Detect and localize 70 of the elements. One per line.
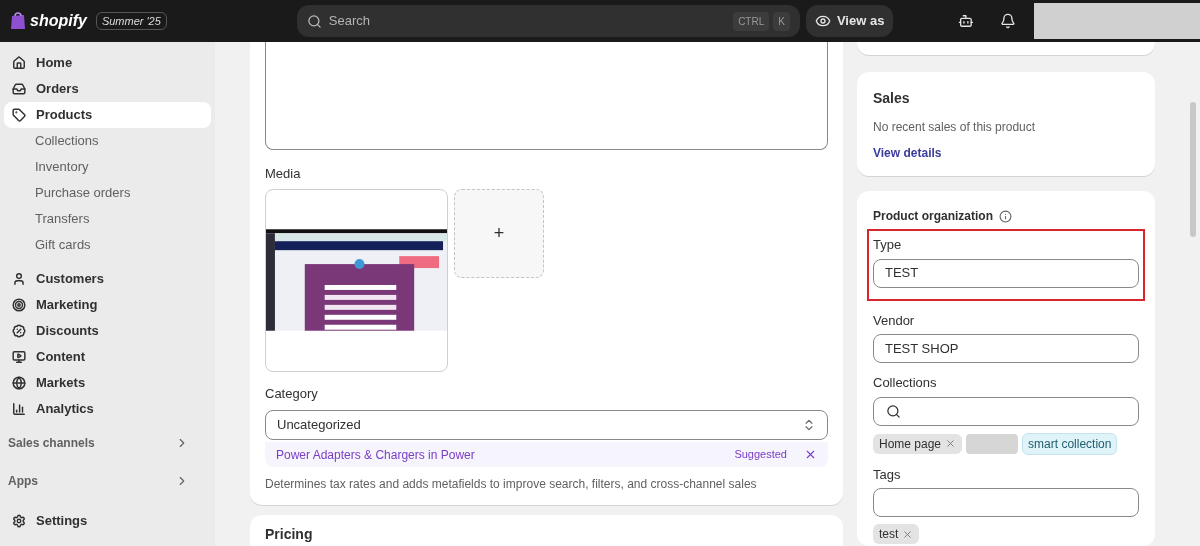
- robot-icon[interactable]: [958, 13, 975, 29]
- nav-item[interactable]: Home: [4, 50, 211, 76]
- search-field[interactable]: Search CTRL K: [296, 5, 800, 37]
- field-label: Collections: [873, 374, 938, 392]
- nav-subitem[interactable]: Collections: [4, 128, 211, 154]
- tag-chip[interactable]: Home page: [873, 433, 963, 454]
- search-field[interactable]: [873, 396, 1139, 426]
- eye-icon: [814, 13, 831, 29]
- nav-item[interactable]: Settings: [4, 508, 211, 534]
- view-as-button[interactable]: View as: [805, 5, 894, 37]
- shortcut-key: K: [773, 11, 790, 31]
- nav-item[interactable]: Discounts: [4, 318, 211, 344]
- card-title: Product organization: [873, 208, 993, 225]
- card-title: Sales: [873, 89, 911, 108]
- add-media-button[interactable]: +: [454, 188, 544, 278]
- nav-subitem[interactable]: Purchase orders: [4, 180, 211, 206]
- media-thumbnail[interactable]: [265, 188, 448, 372]
- smart-collection-chip[interactable]: smart collection: [1022, 432, 1118, 455]
- category-select[interactable]: Uncategorized: [265, 410, 828, 440]
- input-field[interactable]: TEST: [873, 258, 1139, 288]
- help-text: Determines tax rates and adds metafields to improve search, filters, and cross-channel sales: [265, 476, 758, 493]
- percent-badge-icon: [12, 324, 26, 338]
- tag-icon: [12, 108, 26, 122]
- bell-icon[interactable]: [1000, 13, 1017, 29]
- nav-subitem[interactable]: Gift cards: [4, 232, 211, 258]
- home-icon: [12, 56, 26, 70]
- nav-item[interactable]: Products: [4, 102, 211, 128]
- nav-subitem[interactable]: Inventory: [4, 154, 211, 180]
- nav-item[interactable]: Orders: [4, 76, 211, 102]
- card-text: No recent sales of this product: [873, 119, 1037, 136]
- shopping-bag-icon: [10, 12, 26, 30]
- section-label: Category: [265, 384, 319, 403]
- scrollbar[interactable]: [1190, 102, 1196, 237]
- view-details-link[interactable]: View details: [873, 144, 1139, 162]
- search-icon: [306, 13, 322, 29]
- person-icon: [12, 272, 26, 286]
- version-badge: Summer '25: [95, 11, 167, 31]
- nav-item[interactable]: Content: [4, 344, 211, 370]
- section-header[interactable]: Sales channels: [4, 430, 211, 456]
- section-header[interactable]: Apps: [4, 468, 211, 494]
- remove-icon[interactable]: [945, 438, 957, 449]
- field-label: Type: [873, 236, 903, 254]
- bar-chart-icon: [12, 402, 26, 416]
- redacted-chip: [966, 433, 1019, 454]
- input-field[interactable]: [873, 488, 1139, 517]
- settings-icon: [12, 514, 26, 528]
- nav-subitem[interactable]: Transfers: [4, 206, 211, 232]
- info-icon[interactable]: [999, 209, 1012, 223]
- suggestion-link[interactable]: Power Adapters & Chargers in Power: [276, 445, 735, 464]
- nav-item[interactable]: Marketing: [4, 292, 211, 318]
- suggested-label: Suggested: [734, 447, 787, 463]
- search-icon: [886, 403, 901, 419]
- shortcut-key: CTRL: [733, 11, 770, 31]
- field-label: Vendor: [873, 311, 916, 330]
- card-title: Pricing: [265, 525, 314, 544]
- inbox-icon: [12, 82, 26, 96]
- monitor-icon: [12, 350, 26, 364]
- input-field[interactable]: TEST SHOP: [873, 334, 1139, 363]
- logo-wordmark[interactable]: shopify: [30, 9, 87, 33]
- close-icon[interactable]: [804, 448, 817, 461]
- globe-icon: [12, 376, 26, 390]
- field-label: Tags: [873, 465, 902, 484]
- remove-icon[interactable]: [902, 528, 914, 540]
- nav-item[interactable]: Markets: [4, 370, 211, 396]
- nav-item[interactable]: Analytics: [4, 396, 211, 422]
- tag-chip[interactable]: test: [873, 524, 920, 544]
- target-icon: [12, 298, 26, 312]
- nav-item[interactable]: Customers: [4, 266, 211, 292]
- search-placeholder: Search: [328, 12, 372, 31]
- section-label: Media: [265, 165, 302, 183]
